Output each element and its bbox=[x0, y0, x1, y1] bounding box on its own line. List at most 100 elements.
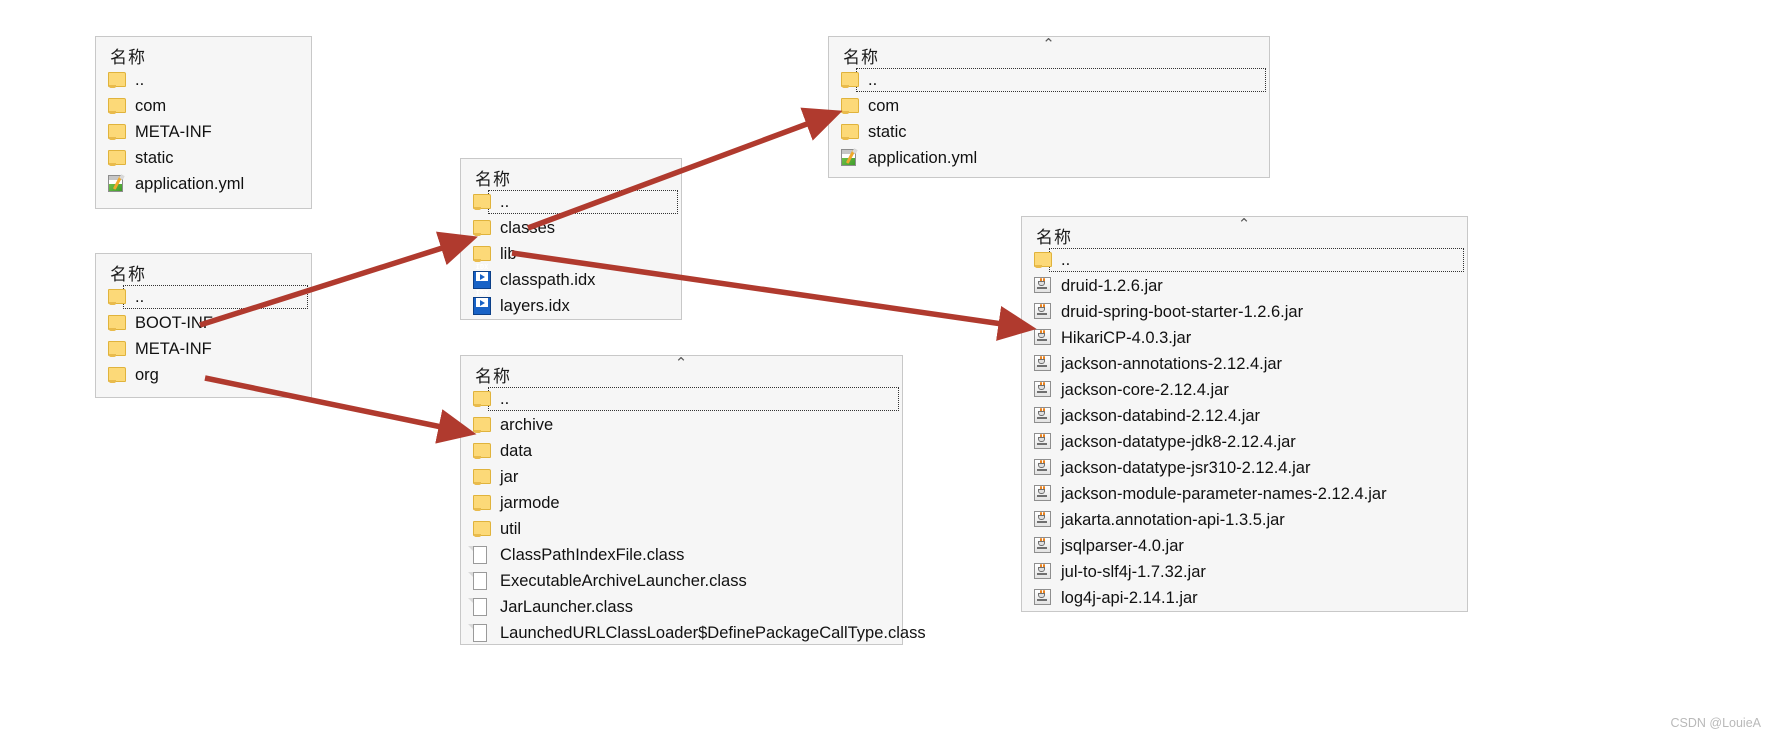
file-row-label: jar bbox=[500, 467, 519, 486]
yml-file-icon bbox=[841, 148, 861, 167]
file-row[interactable]: LaunchedURLClassLoader$DefinePackageCall… bbox=[461, 620, 926, 646]
file-row[interactable]: jsqlparser-4.0.jar bbox=[1022, 533, 1467, 559]
jar-file-icon bbox=[1034, 589, 1054, 607]
file-row[interactable]: jackson-module-parameter-names-2.12.4.ja… bbox=[1022, 481, 1467, 507]
file-row-label: util bbox=[500, 519, 522, 538]
file-row-label: ClassPathIndexFile.class bbox=[500, 545, 685, 564]
file-row[interactable]: .. bbox=[829, 67, 1269, 93]
file-row-label: jackson-annotations-2.12.4.jar bbox=[1061, 354, 1283, 373]
file-row[interactable]: archive bbox=[461, 412, 902, 438]
jar-file-icon bbox=[1034, 511, 1054, 529]
file-row[interactable]: application.yml bbox=[829, 145, 1269, 171]
class-file-icon bbox=[468, 598, 493, 616]
file-row-label: jackson-core-2.12.4.jar bbox=[1061, 380, 1229, 399]
file-row[interactable]: ClassPathIndexFile.class bbox=[461, 542, 902, 568]
file-row-label: static bbox=[868, 122, 907, 141]
file-row-list: .. com META-INF static application.yml bbox=[96, 67, 311, 201]
file-row[interactable]: com bbox=[829, 93, 1269, 119]
folder-icon bbox=[108, 314, 128, 332]
selection-outline bbox=[488, 190, 678, 214]
file-row[interactable]: druid-spring-boot-starter-1.2.6.jar bbox=[1022, 299, 1467, 325]
file-row[interactable]: .. bbox=[96, 67, 311, 93]
sort-caret-icon[interactable]: ⌃ bbox=[1238, 217, 1252, 232]
file-row-label: application.yml bbox=[868, 148, 978, 167]
file-row[interactable]: static bbox=[829, 119, 1269, 145]
file-row[interactable]: ExecutableArchiveLauncher.class bbox=[461, 568, 902, 594]
file-row-label: HikariCP-4.0.3.jar bbox=[1061, 328, 1192, 347]
file-row[interactable]: .. bbox=[461, 386, 902, 412]
file-row[interactable]: HikariCP-4.0.3.jar bbox=[1022, 325, 1467, 351]
file-row[interactable]: META-INF bbox=[96, 336, 311, 362]
file-row[interactable]: .. bbox=[96, 284, 311, 310]
class-file-icon bbox=[468, 572, 493, 590]
file-row[interactable]: IDX classpath.idx bbox=[461, 263, 681, 293]
file-row[interactable]: util bbox=[461, 516, 902, 542]
panel-boot-inf-listing[interactable]: 名称 .. classes lib IDX classpath.idx IDX layers… bbox=[460, 158, 682, 320]
column-header-name[interactable]: 名称 bbox=[96, 37, 311, 68]
file-row-label: jackson-datatype-jsr310-2.12.4.jar bbox=[1061, 458, 1311, 477]
file-row[interactable]: data bbox=[461, 438, 902, 464]
file-row-label: .. bbox=[1061, 250, 1071, 269]
file-row[interactable]: jackson-databind-2.12.4.jar bbox=[1022, 403, 1467, 429]
column-header-label: 名称 bbox=[110, 265, 146, 285]
file-row[interactable]: jar bbox=[461, 464, 902, 490]
jar-file-icon bbox=[1034, 381, 1054, 399]
column-header-name[interactable]: 名称 bbox=[461, 159, 681, 190]
jar-file-icon bbox=[1034, 329, 1054, 347]
file-row-label: META-INF bbox=[135, 122, 212, 141]
column-header-name[interactable]: 名称 ⌃ bbox=[829, 37, 1269, 68]
file-row-label: jarmode bbox=[500, 493, 560, 512]
folder-icon bbox=[473, 245, 493, 263]
file-row-label: classpath.idx bbox=[500, 270, 596, 289]
file-row[interactable]: jackson-datatype-jsr310-2.12.4.jar bbox=[1022, 455, 1467, 481]
selection-outline bbox=[123, 285, 308, 309]
column-header-name[interactable]: 名称 ⌃ bbox=[461, 356, 902, 387]
file-row-label: application.yml bbox=[135, 174, 245, 193]
file-row[interactable]: jackson-datatype-jdk8-2.12.4.jar bbox=[1022, 429, 1467, 455]
jar-file-icon bbox=[1034, 537, 1054, 555]
file-row[interactable]: org bbox=[96, 362, 311, 388]
selection-outline bbox=[488, 387, 899, 411]
sort-caret-icon[interactable]: ⌃ bbox=[1042, 37, 1056, 52]
file-row-list: .. archive data jar jarmode util ClassPathInde… bbox=[461, 386, 926, 650]
file-row[interactable]: IDX layers.idx bbox=[461, 289, 681, 319]
idx-file-icon: IDX bbox=[473, 289, 493, 315]
column-header-name[interactable]: 名称 bbox=[96, 254, 311, 285]
yml-file-icon bbox=[108, 174, 128, 193]
file-row[interactable]: com bbox=[96, 93, 311, 119]
folder-icon bbox=[473, 193, 493, 211]
file-row[interactable]: application.yml bbox=[96, 171, 311, 197]
file-row[interactable]: .. bbox=[1022, 247, 1467, 273]
panel-lib-folder-listing[interactable]: 名称 ⌃ .. druid-1.2.6.jar druid-spring-boot-… bbox=[1021, 216, 1468, 612]
file-row[interactable]: jackson-annotations-2.12.4.jar bbox=[1022, 351, 1467, 377]
jar-file-icon bbox=[1034, 355, 1054, 373]
file-row-label: .. bbox=[500, 389, 510, 408]
file-row[interactable]: .. bbox=[461, 189, 681, 215]
file-row[interactable]: BOOT-INF bbox=[96, 310, 311, 336]
panel-classes-folder-listing[interactable]: 名称 ⌃ .. com static application.yml bbox=[828, 36, 1270, 178]
jar-file-icon bbox=[1034, 459, 1054, 477]
diagram-canvas: 名称 .. com META-INF static application.yml 名称… bbox=[0, 0, 1771, 736]
file-row[interactable]: log4j-api-2.14.1.jar bbox=[1022, 585, 1467, 611]
folder-icon bbox=[473, 442, 493, 460]
watermark-label: CSDN @LouieA bbox=[1670, 716, 1761, 730]
file-row[interactable]: jarmode bbox=[461, 490, 902, 516]
file-row[interactable]: jakarta.annotation-api-1.3.5.jar bbox=[1022, 507, 1467, 533]
column-header-name[interactable]: 名称 ⌃ bbox=[1022, 217, 1467, 248]
file-row[interactable]: static bbox=[96, 145, 311, 171]
panel-spring-boot-loader-listing[interactable]: 名称 ⌃ .. archive data jar jarmode util ClassPat… bbox=[460, 355, 926, 645]
file-row[interactable]: META-INF bbox=[96, 119, 311, 145]
file-row[interactable]: JarLauncher.class bbox=[461, 594, 902, 620]
file-row-label: com bbox=[135, 96, 167, 115]
folder-icon bbox=[108, 288, 128, 306]
panel-root-folder-listing[interactable]: 名称 .. com META-INF static application.yml bbox=[95, 36, 312, 209]
file-row[interactable]: jackson-core-2.12.4.jar bbox=[1022, 377, 1467, 403]
sort-caret-icon[interactable]: ⌃ bbox=[675, 356, 689, 371]
file-row[interactable]: jul-to-slf4j-1.7.32.jar bbox=[1022, 559, 1467, 585]
jar-file-icon bbox=[1034, 485, 1054, 503]
file-row[interactable]: druid-1.2.6.jar bbox=[1022, 273, 1467, 299]
file-row[interactable]: classes bbox=[461, 215, 681, 241]
panel-boot-jar-root-listing[interactable]: 名称 .. BOOT-INF META-INF org bbox=[95, 253, 312, 398]
file-row[interactable]: lib bbox=[461, 241, 681, 267]
file-row-label: .. bbox=[135, 287, 145, 306]
